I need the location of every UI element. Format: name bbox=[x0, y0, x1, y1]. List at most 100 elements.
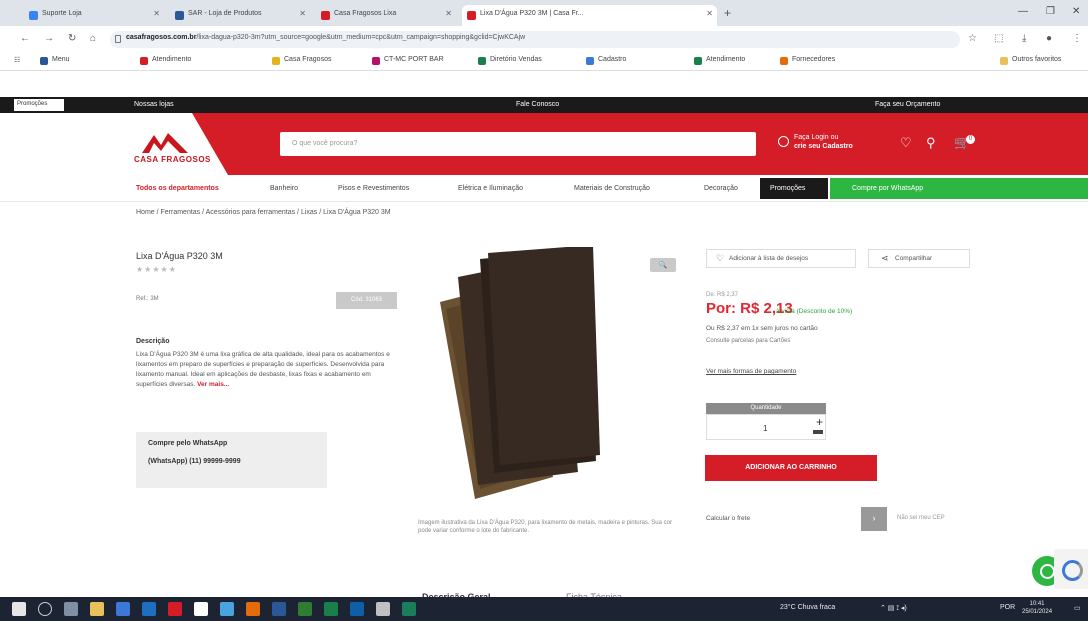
notification-icon[interactable]: ▭ bbox=[1074, 604, 1081, 612]
increment-icon[interactable]: + bbox=[816, 415, 823, 429]
bookmark[interactable]: Cadastro bbox=[586, 56, 626, 65]
logo-name: CASA FRAGOSOS bbox=[134, 155, 211, 164]
tray-icons[interactable]: ⌃ ▤ ⟟ ◂) bbox=[880, 604, 907, 613]
bookmark[interactable]: Menu bbox=[40, 56, 70, 65]
minimize-icon[interactable]: — bbox=[1018, 6, 1028, 17]
bookmarks-bar: ☷ Menu Atendimento Casa Fragosos CT-MC P… bbox=[0, 52, 1088, 71]
back-icon[interactable]: ← bbox=[20, 33, 30, 44]
extension-icon[interactable]: ⬚ bbox=[994, 33, 1003, 44]
heart-icon[interactable]: ♡ bbox=[900, 135, 912, 151]
app-icon[interactable] bbox=[350, 602, 364, 616]
breadcrumb[interactable]: Home / Ferramentas / Acessórios para fer… bbox=[136, 209, 391, 216]
weather-widget[interactable]: 23°C Chuva fraca bbox=[780, 604, 835, 611]
share-label: Compartilhar bbox=[895, 255, 933, 262]
browser-tab[interactable]: Casa Fragosos Lixa ✕ bbox=[316, 5, 456, 26]
chrome-icon[interactable] bbox=[246, 602, 260, 616]
download-icon[interactable]: ⤓ bbox=[1022, 33, 1026, 44]
excel-icon[interactable] bbox=[402, 602, 416, 616]
rating-stars[interactable]: ★★★★★ bbox=[136, 265, 177, 274]
quote-link[interactable]: Faça seu Orçamento bbox=[875, 101, 940, 108]
description-heading: Descrição bbox=[136, 338, 170, 345]
forward-icon[interactable]: → bbox=[44, 33, 54, 44]
installments-note[interactable]: Consulte parcelas para Cartões bbox=[706, 338, 790, 344]
app-icon[interactable] bbox=[194, 602, 208, 616]
whatsapp-nav-label: Compre por WhatsApp bbox=[852, 185, 924, 192]
installments: Ou R$ 2,37 em 1x sem juros no cartão bbox=[706, 325, 818, 332]
location-icon[interactable]: ⚲ bbox=[926, 135, 936, 151]
app-icon[interactable] bbox=[116, 602, 130, 616]
app-icon[interactable] bbox=[142, 602, 156, 616]
search-input[interactable]: O que você procura? bbox=[280, 132, 756, 156]
app-icon[interactable] bbox=[376, 602, 390, 616]
close-icon[interactable]: ✕ bbox=[445, 9, 452, 18]
nav-category[interactable]: Pisos e Revestimentos bbox=[338, 185, 409, 192]
reload-icon[interactable]: ↻ bbox=[68, 33, 76, 44]
cep-help-link[interactable]: Não sei meu CEP bbox=[897, 515, 945, 521]
apps-icon[interactable]: ☷ bbox=[14, 56, 20, 64]
language-indicator[interactable]: POR bbox=[1000, 604, 1015, 611]
zoom-icon[interactable]: 🔍 bbox=[650, 258, 676, 272]
bookmark-label: CT-MC PORT BAR bbox=[384, 56, 444, 63]
bookmark-favicon-icon bbox=[40, 57, 48, 65]
payment-options-link[interactable]: Ver mais formas de pagamento bbox=[706, 368, 796, 375]
app-icon[interactable] bbox=[168, 602, 182, 616]
nav-category[interactable]: Materiais de Construção bbox=[574, 185, 650, 192]
file-explorer-icon[interactable] bbox=[90, 602, 104, 616]
browser-tab[interactable]: SAR - Loja de Produtos ✕ bbox=[170, 5, 310, 26]
tab-label: Lixa D'Água P320 3M | Casa Fr... bbox=[480, 10, 584, 17]
nav-category[interactable]: Banheiro bbox=[270, 185, 298, 192]
close-icon[interactable]: ✕ bbox=[153, 9, 160, 18]
maximize-icon[interactable]: ❐ bbox=[1046, 6, 1055, 17]
nav-whatsapp[interactable]: Compre por WhatsApp bbox=[830, 178, 1088, 199]
whatsapp-number: (WhatsApp) (11) 99999-9999 bbox=[148, 458, 241, 465]
app-icon[interactable] bbox=[272, 602, 286, 616]
contact-link[interactable]: Fale Conosco bbox=[516, 101, 559, 108]
add-to-cart-button[interactable]: ADICIONAR AO CARRINHO bbox=[705, 455, 877, 481]
menu-icon[interactable]: ⋮ bbox=[1072, 33, 1082, 44]
wishlist-label: Adicionar à lista de desejos bbox=[729, 255, 809, 262]
task-view-icon[interactable] bbox=[64, 602, 78, 616]
home-icon[interactable]: ⌂ bbox=[90, 33, 96, 44]
profile-icon[interactable]: ● bbox=[1046, 33, 1052, 44]
new-tab-button[interactable]: + bbox=[724, 6, 731, 20]
nav-category[interactable]: Decoração bbox=[704, 185, 738, 192]
other-bookmarks[interactable]: Outros favoritos bbox=[1000, 56, 1061, 65]
bookmark[interactable]: Fornecedores bbox=[780, 56, 835, 65]
promo-badge[interactable]: Promoções bbox=[14, 99, 64, 111]
bookmark[interactable]: CT-MC PORT BAR bbox=[372, 56, 444, 65]
app-icon[interactable] bbox=[324, 602, 338, 616]
bookmark[interactable]: Atendimento bbox=[140, 56, 191, 65]
tab-label: SAR - Loja de Produtos bbox=[188, 10, 262, 17]
taskbar-clock[interactable]: 10:41 25/01/2024 bbox=[1022, 600, 1052, 616]
decrement-icon[interactable] bbox=[813, 430, 823, 434]
bookmark[interactable]: Diretório Vendas bbox=[478, 56, 542, 65]
see-more-link[interactable]: Ver mais... bbox=[197, 381, 229, 388]
nav-promotions[interactable]: Promoções bbox=[760, 178, 828, 199]
browser-tab-active[interactable]: Lixa D'Água P320 3M | Casa Fr... ✕ bbox=[462, 5, 717, 26]
add-to-wishlist-button[interactable]: ♡ Adicionar à lista de desejos bbox=[706, 249, 856, 268]
app-icon[interactable] bbox=[298, 602, 312, 616]
nav-all-departments[interactable]: Todos os departamentos bbox=[136, 185, 219, 192]
stores-link[interactable]: Nossas lojas bbox=[134, 101, 174, 108]
product-image[interactable] bbox=[418, 245, 683, 509]
bookmark[interactable]: Atendimento bbox=[694, 56, 745, 65]
browser-tab[interactable]: Suporte Loja ✕ bbox=[24, 5, 164, 26]
cep-submit-button[interactable]: › bbox=[861, 507, 887, 531]
quantity-value[interactable]: 1 bbox=[763, 424, 767, 433]
whatsapp-buy-box[interactable]: Compre pelo WhatsApp (WhatsApp) (11) 999… bbox=[136, 432, 327, 488]
site-logo[interactable]: CASA FRAGOSOS bbox=[132, 131, 212, 171]
star-icon[interactable]: ☆ bbox=[968, 33, 977, 44]
bookmark[interactable]: Casa Fragosos bbox=[272, 56, 331, 65]
close-icon[interactable]: ✕ bbox=[706, 9, 713, 18]
tab-label: Suporte Loja bbox=[42, 10, 82, 17]
shipping-label: Calcular o frete bbox=[706, 515, 751, 522]
close-window-icon[interactable]: ✕ bbox=[1072, 6, 1080, 17]
search-icon[interactable] bbox=[38, 602, 52, 616]
close-icon[interactable]: ✕ bbox=[299, 9, 306, 18]
start-icon[interactable] bbox=[12, 602, 26, 616]
nav-category[interactable]: Elétrica e Iluminação bbox=[458, 185, 523, 192]
share-button[interactable]: ⋖ Compartilhar bbox=[868, 249, 970, 268]
logo-mark-icon bbox=[142, 133, 188, 153]
url-field[interactable]: casafragosos.com.br/lixa-dagua-p320-3m?u… bbox=[110, 31, 960, 48]
app-icon[interactable] bbox=[220, 602, 234, 616]
